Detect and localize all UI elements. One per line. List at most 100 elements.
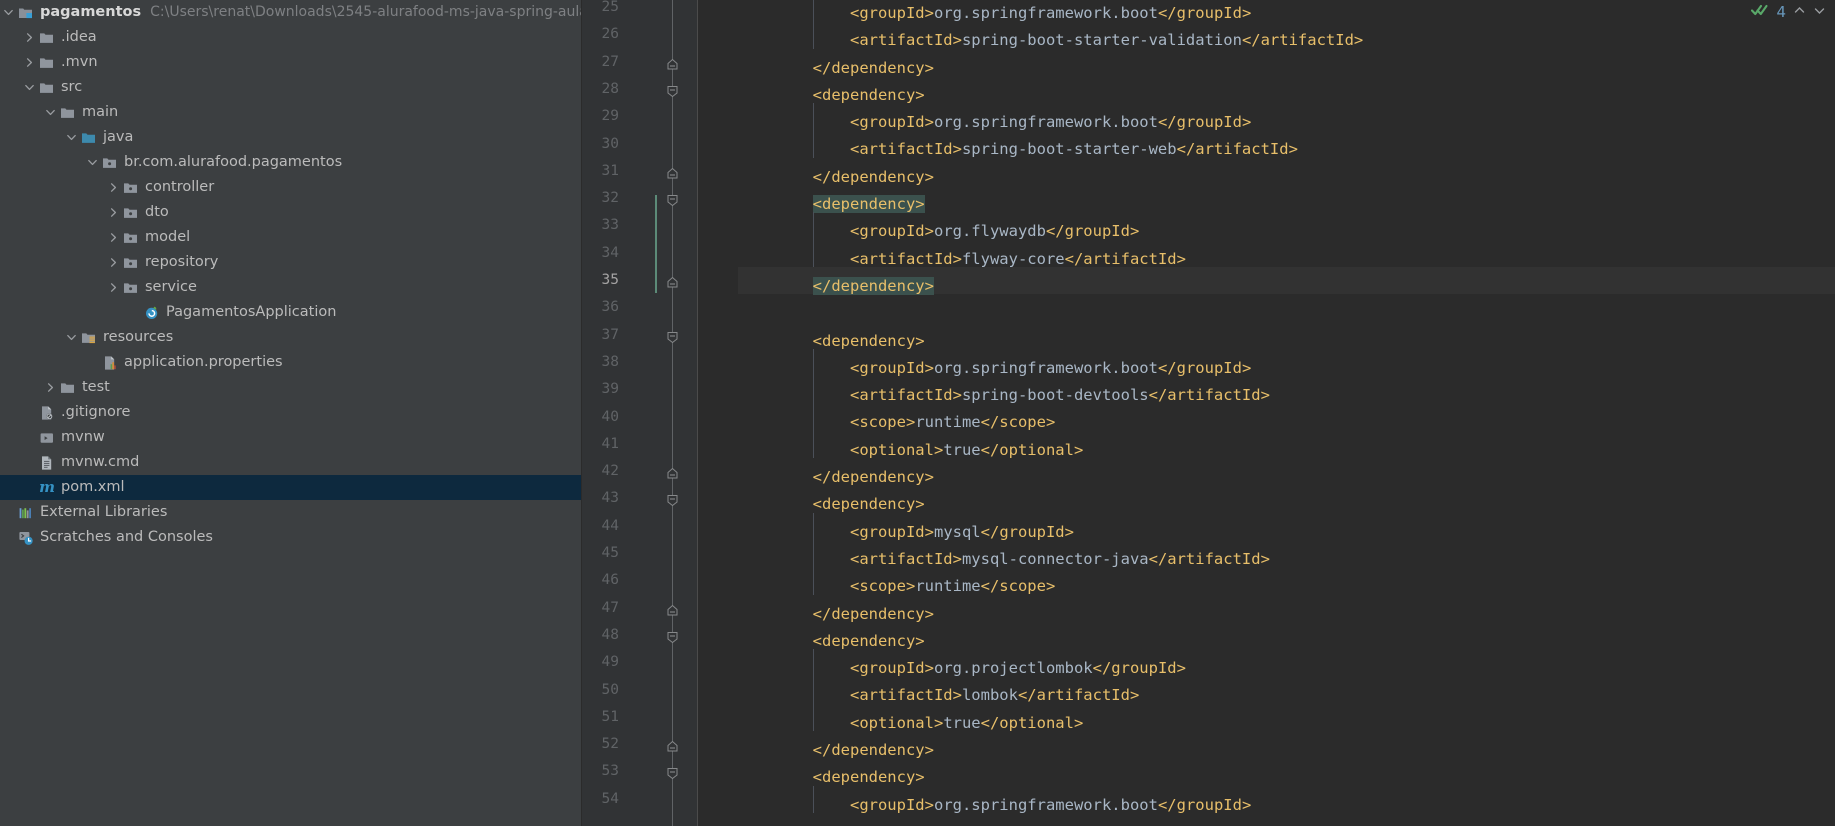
code-token: </groupId>	[1157, 4, 1252, 22]
code-content[interactable]: <groupId>org.springframework.boot</group…	[738, 0, 1835, 826]
code-line[interactable]: </dependency>	[738, 164, 1835, 191]
chevron-down-icon[interactable]	[1, 0, 16, 25]
project-tree[interactable]: pagamentos C:\Users\renat\Downloads\2545-…	[0, 0, 582, 550]
code-token: <groupId>	[849, 522, 934, 541]
tree-item--gitignore[interactable]: .gitignore	[0, 400, 582, 425]
line-number: 46	[601, 572, 619, 589]
tree-item-pom-xml[interactable]: m pom.xml	[0, 475, 582, 500]
chevron-down-icon[interactable]	[64, 325, 79, 350]
code-line[interactable]: <dependency>	[738, 328, 1835, 355]
code-token: <dependency>	[812, 331, 925, 350]
inspection-status-widget[interactable]: 4	[1751, 0, 1835, 24]
chevron-right-icon[interactable]	[106, 225, 121, 250]
fold-region-end-icon[interactable]	[666, 165, 679, 179]
code-token: <scope>	[849, 577, 916, 596]
chevron-down-icon[interactable]	[22, 75, 37, 100]
code-line[interactable]: <artifactId>spring-boot-starter-web</art…	[738, 136, 1835, 163]
fold-region-start-icon[interactable]	[666, 329, 679, 343]
tree-item-controller[interactable]: controller	[0, 175, 582, 200]
code-line[interactable]: </dependency>	[738, 273, 1835, 300]
code-line[interactable]: </dependency>	[738, 601, 1835, 628]
tree-item-src[interactable]: src	[0, 75, 582, 100]
code-line[interactable]: <dependency>	[738, 82, 1835, 109]
next-highlight-chevron-icon[interactable]	[1813, 4, 1826, 21]
editor-gutter[interactable]: 25 26 27 28 29 30 31 32 33 34 35 36 37 38 39 40 41 42 43 44…	[582, 0, 710, 826]
tree-item-external-libraries[interactable]: External Libraries	[0, 500, 582, 525]
code-line[interactable]: <dependency>	[738, 628, 1835, 655]
tree-item-repository[interactable]: repository	[0, 250, 582, 275]
code-line[interactable]: <groupId>org.springframework.boot</group…	[738, 0, 1835, 27]
code-line[interactable]: <artifactId>lombok</artifactId>	[738, 682, 1835, 709]
fold-region-end-icon[interactable]	[666, 274, 679, 288]
chevron-right-icon[interactable]	[106, 200, 121, 225]
tree-item-mvnw[interactable]: mvnw	[0, 425, 582, 450]
code-line[interactable]: <scope>runtime</scope>	[738, 409, 1835, 436]
fold-region-end-icon[interactable]	[666, 602, 679, 616]
chevron-down-icon[interactable]	[64, 125, 79, 150]
tree-item-mvnw-cmd[interactable]: mvnw.cmd	[0, 450, 582, 475]
sidebar-editor-divider[interactable]	[581, 0, 582, 826]
code-line[interactable]: <groupId>org.springframework.boot</group…	[738, 792, 1835, 819]
code-line[interactable]: <artifactId>spring-boot-starter-validati…	[738, 27, 1835, 54]
fold-region-start-icon[interactable]	[666, 83, 679, 98]
code-line[interactable]: <groupId>org.springframework.boot</group…	[738, 109, 1835, 136]
code-token: </dependency>	[812, 604, 934, 623]
code-line[interactable]: <dependency>	[738, 191, 1835, 218]
line-number: 37	[601, 326, 619, 343]
fold-region-start-icon[interactable]	[666, 765, 679, 780]
code-line[interactable]: <groupId>mysql</groupId>	[738, 519, 1835, 546]
editor-scrollbar[interactable]	[1824, 0, 1835, 826]
chevron-right-icon[interactable]	[22, 50, 37, 75]
code-editor[interactable]: 25 26 27 28 29 30 31 32 33 34 35 36 37 38 39 40 41 42 43 44…	[582, 0, 1835, 826]
chevron-down-icon[interactable]	[43, 100, 58, 125]
code-line[interactable]: <artifactId>mysql-connector-java</artifa…	[738, 546, 1835, 573]
code-line[interactable]: </dependency>	[738, 737, 1835, 764]
tree-item-application-properties[interactable]: application.properties	[0, 350, 582, 375]
gutter-annotation-area[interactable]	[698, 0, 738, 826]
previous-highlight-chevron-icon[interactable]	[1793, 4, 1806, 21]
fold-region-end-icon[interactable]	[666, 465, 679, 479]
code-token: spring-boot-starter-web	[961, 140, 1177, 159]
chevron-right-icon[interactable]	[106, 275, 121, 300]
chevron-right-icon[interactable]	[106, 175, 121, 200]
tree-item-pagamentosapplication[interactable]: PagamentosApplication	[0, 300, 582, 325]
code-line[interactable]: <groupId>org.flywaydb</groupId>	[738, 218, 1835, 245]
code-line[interactable]: </dependency>	[738, 464, 1835, 491]
code-line[interactable]: <artifactId>flyway-core</artifactId>	[738, 246, 1835, 273]
code-line[interactable]	[738, 300, 1835, 327]
chevron-down-icon[interactable]	[85, 150, 100, 175]
tree-item-br-com-alurafood-pagamentos[interactable]: br.com.alurafood.pagamentos	[0, 150, 582, 175]
code-token: true	[943, 713, 981, 732]
tree-item-main[interactable]: main	[0, 100, 582, 125]
tree-item-service[interactable]: service	[0, 275, 582, 300]
code-line[interactable]: <scope>runtime</scope>	[738, 573, 1835, 600]
fold-region-end-icon[interactable]	[666, 738, 679, 752]
tree-item-dto[interactable]: dto	[0, 200, 582, 225]
chevron-right-icon[interactable]	[106, 250, 121, 275]
line-number: 41	[601, 435, 619, 452]
tree-item-resources[interactable]: resources	[0, 325, 582, 350]
fold-region-start-icon[interactable]	[666, 492, 679, 507]
code-line[interactable]: </dependency>	[738, 55, 1835, 82]
fold-region-start-icon[interactable]	[666, 629, 679, 644]
code-line[interactable]: <groupId>org.springframework.boot</group…	[738, 355, 1835, 382]
tree-item-model[interactable]: model	[0, 225, 582, 250]
chevron-right-icon[interactable]	[22, 25, 37, 50]
tree-item--idea[interactable]: .idea	[0, 25, 582, 50]
code-line[interactable]: <dependency>	[738, 764, 1835, 791]
tree-item-pagamentos[interactable]: pagamentos C:\Users\renat\Downloads\2545-…	[0, 0, 582, 25]
code-line[interactable]: <groupId>org.projectlombok</groupId>	[738, 655, 1835, 682]
tree-item-test[interactable]: test	[0, 375, 582, 400]
tree-item--mvn[interactable]: .mvn	[0, 50, 582, 75]
code-line[interactable]: <artifactId>spring-boot-devtools</artifa…	[738, 382, 1835, 409]
tree-item-scratches-and-consoles[interactable]: Scratches and Consoles	[0, 525, 582, 550]
fold-region-end-icon[interactable]	[666, 56, 679, 70]
tree-item-java[interactable]: java	[0, 125, 582, 150]
code-line[interactable]: <optional>true</optional>	[738, 710, 1835, 737]
maven-file-icon: m	[39, 478, 55, 496]
chevron-right-icon[interactable]	[43, 375, 58, 400]
code-line[interactable]: <dependency>	[738, 491, 1835, 518]
fold-region-start-icon[interactable]	[666, 192, 679, 207]
line-number: 53	[601, 763, 619, 780]
code-line[interactable]: <optional>true</optional>	[738, 437, 1835, 464]
